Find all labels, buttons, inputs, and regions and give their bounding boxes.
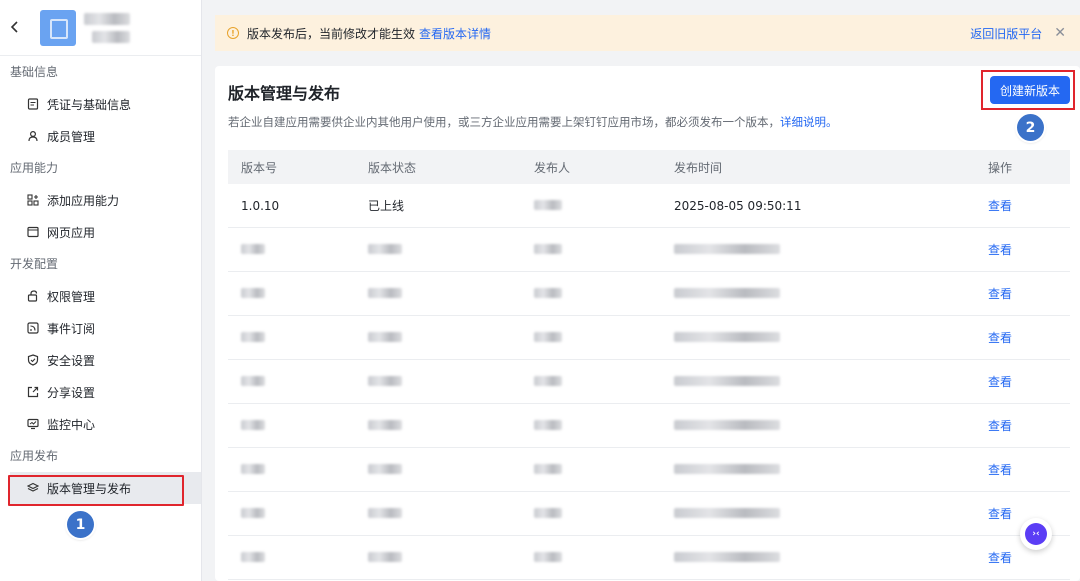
close-icon[interactable]: ✕ xyxy=(1054,25,1066,41)
sidebar-item-label: 添加应用能力 xyxy=(47,193,120,208)
view-link[interactable]: 查看 xyxy=(988,287,1012,301)
publisher-cell-redacted xyxy=(534,199,674,213)
table-row: 查看 xyxy=(228,316,1070,360)
banner-right: 返回旧版平台 ✕ xyxy=(970,15,1066,51)
banner-version-details-link[interactable]: 查看版本详情 xyxy=(419,25,491,42)
page-description: 若企业自建应用需要供企业内其他用户使用，或三方企业应用需要上架钉钉应用市场，都必… xyxy=(228,114,838,130)
versions-table: 版本号 版本状态 发布人 发布时间 操作 1.0.10 已上线 2025-08-… xyxy=(228,150,1070,580)
view-link[interactable]: 查看 xyxy=(988,463,1012,477)
sidebar-item-credentials[interactable]: 凭证与基础信息 xyxy=(0,88,201,120)
banner-message: 版本发布后，当前修改才能生效 xyxy=(247,26,416,41)
table-row: 查看 xyxy=(228,536,1070,580)
sidebar-section-dev-config: 开发配置 权限管理 事件订阅 安全设置 分享设置 监控中心 xyxy=(0,248,201,440)
step-marker-1: 1 xyxy=(67,511,94,538)
version-cell: 1.0.10 xyxy=(241,198,280,213)
app-header xyxy=(0,0,201,56)
grid-plus-icon xyxy=(26,193,40,207)
sidebar-item-label: 监控中心 xyxy=(47,417,96,432)
page-title: 版本管理与发布 xyxy=(228,84,341,103)
notice-banner: ! 版本发布后，当前修改才能生效 查看版本详情 返回旧版平台 ✕ xyxy=(215,15,1080,51)
app-name-redacted xyxy=(84,12,130,43)
return-old-platform-link[interactable]: 返回旧版平台 xyxy=(970,25,1042,42)
table-row: 查看 xyxy=(228,492,1070,536)
sidebar-item-permissions[interactable]: 权限管理 xyxy=(0,280,201,312)
sidebar-item-add-capability[interactable]: 添加应用能力 xyxy=(0,184,201,216)
view-link[interactable]: 查看 xyxy=(988,375,1012,389)
document-icon xyxy=(26,97,40,111)
sidebar-item-label: 凭证与基础信息 xyxy=(47,97,132,112)
table-row: 查看 xyxy=(228,448,1070,492)
sidebar-item-web-app[interactable]: 网页应用 xyxy=(0,216,201,248)
section-title: 开发配置 xyxy=(10,257,59,271)
version-management-card: 版本管理与发布 若企业自建应用需要供企业内其他用户使用，或三方企业应用需要上架钉… xyxy=(215,66,1080,581)
shield-icon xyxy=(26,353,40,367)
sidebar-item-version-management[interactable]: 版本管理与发布 xyxy=(10,472,201,504)
view-link[interactable]: 查看 xyxy=(988,551,1012,565)
step-marker-2: 2 xyxy=(1017,114,1044,141)
rss-icon xyxy=(26,321,40,335)
header-version: 版本号 xyxy=(241,160,278,175)
browser-icon xyxy=(26,225,40,239)
share-icon xyxy=(26,385,40,399)
description-text: 若企业自建应用需要供企业内其他用户使用，或三方企业应用需要上架钉钉应用市场，都必… xyxy=(228,115,780,129)
section-title: 应用发布 xyxy=(10,449,59,463)
sidebar-item-events[interactable]: 事件订阅 xyxy=(0,312,201,344)
header-action: 操作 xyxy=(988,160,1013,175)
section-title: 应用能力 xyxy=(10,161,59,175)
details-link[interactable]: 详细说明。 xyxy=(780,115,838,129)
view-link[interactable]: 查看 xyxy=(988,243,1012,257)
table-row: 查看 xyxy=(228,404,1070,448)
view-link[interactable]: 查看 xyxy=(988,199,1012,213)
header-publisher: 发布人 xyxy=(534,160,571,175)
table-row: 查看 xyxy=(228,272,1070,316)
view-link[interactable]: 查看 xyxy=(988,507,1012,521)
table-row: 1.0.10 已上线 2025-08-05 09:50:11 查看 xyxy=(228,184,1070,228)
status-cell: 已上线 xyxy=(368,199,405,213)
sidebar-item-members[interactable]: 成员管理 xyxy=(0,120,201,152)
table-row: 查看 xyxy=(228,360,1070,404)
user-icon xyxy=(26,129,40,143)
sidebar-item-label: 分享设置 xyxy=(47,385,96,400)
sidebar-item-share[interactable]: 分享设置 xyxy=(0,376,201,408)
time-cell: 2025-08-05 09:50:11 xyxy=(674,198,802,213)
section-title: 基础信息 xyxy=(10,65,59,79)
chevron-left-icon[interactable] xyxy=(0,18,30,37)
create-version-button[interactable]: 创建新版本 xyxy=(990,76,1070,104)
sidebar-item-label: 事件订阅 xyxy=(47,321,96,336)
lock-icon xyxy=(26,289,40,303)
sidebar-item-monitor[interactable]: 监控中心 xyxy=(0,408,201,440)
sidebar-item-security[interactable]: 安全设置 xyxy=(0,344,201,376)
layers-icon xyxy=(26,481,40,495)
sidebar: 基础信息 凭证与基础信息 成员管理 应用能力 添加应用能力 网页应用 开发配置 … xyxy=(0,0,202,581)
sidebar-item-label: 版本管理与发布 xyxy=(47,481,132,496)
monitor-icon xyxy=(26,417,40,431)
sidebar-item-label: 安全设置 xyxy=(47,353,96,368)
sidebar-section-capabilities: 应用能力 添加应用能力 网页应用 xyxy=(0,152,201,248)
sidebar-item-label: 成员管理 xyxy=(47,129,96,144)
view-link[interactable]: 查看 xyxy=(988,419,1012,433)
sidebar-item-label: 网页应用 xyxy=(47,225,96,240)
info-icon: ! xyxy=(227,27,239,39)
assistant-float-button[interactable]: ›‹ xyxy=(1020,518,1052,550)
table-header: 版本号 版本状态 发布人 发布时间 操作 xyxy=(228,150,1070,184)
table-row: 查看 xyxy=(228,228,1070,272)
view-link[interactable]: 查看 xyxy=(988,331,1012,345)
header-time: 发布时间 xyxy=(674,160,723,175)
assistant-icon: ›‹ xyxy=(1025,523,1047,545)
header-status: 版本状态 xyxy=(368,160,417,175)
app-logo xyxy=(40,9,76,46)
sidebar-section-publish: 应用发布 版本管理与发布 xyxy=(0,440,201,504)
sidebar-section-basic: 基础信息 凭证与基础信息 成员管理 xyxy=(0,56,201,152)
sidebar-item-label: 权限管理 xyxy=(47,289,96,304)
